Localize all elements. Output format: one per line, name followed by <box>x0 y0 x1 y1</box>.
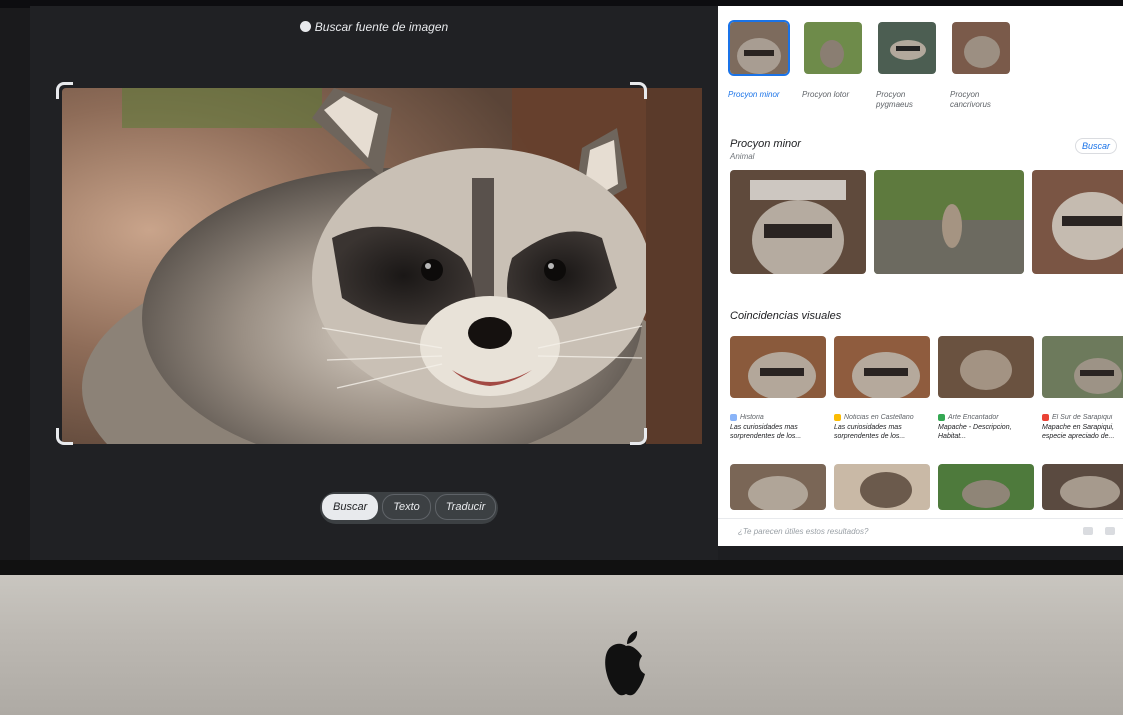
visual-match-image <box>834 336 930 398</box>
visual-match-card[interactable]: Arte Encantador Mapache - Descripcion, H… <box>938 336 1034 441</box>
chip-label: Procyon pygmaeus <box>876 90 913 109</box>
chip-thumbnail <box>950 20 1012 76</box>
visual-match-card[interactable]: Historia Las curiosidades mas sorprenden… <box>730 336 826 441</box>
chip-thumbnail <box>802 20 864 76</box>
thumbs-down-icon[interactable] <box>1105 527 1115 535</box>
chip-procyon-lotor[interactable]: Procyon lotor <box>802 20 866 110</box>
chip-label: Procyon lotor <box>802 90 850 99</box>
visual-match-source: Noticias en Castellano <box>834 414 930 421</box>
visual-matches-grid: Historia Las curiosidades mas sorprenden… <box>730 336 1123 441</box>
visual-match-image[interactable] <box>730 464 826 510</box>
chip-label: Procyon cancrivorus <box>950 90 991 109</box>
crop-handle-top-left[interactable] <box>56 82 73 99</box>
visual-match-image <box>938 336 1034 398</box>
visual-match-source: Arte Encantador <box>938 414 1034 421</box>
feedback-bar: ¿Te parecen útiles estos resultados? <box>718 518 1123 546</box>
chip-thumbnail <box>728 20 790 76</box>
visual-match-image <box>1042 336 1123 398</box>
apple-logo-icon <box>605 631 645 696</box>
raccoon-photo <box>62 88 646 444</box>
lens-icon <box>299 21 311 32</box>
visual-match-source-label: El Sur de Sarapiqui <box>1052 414 1113 421</box>
thumbs-up-icon[interactable] <box>1083 527 1093 535</box>
entity-subtitle: Animal <box>730 152 755 161</box>
mode-text-button[interactable]: Texto <box>382 494 431 520</box>
chip-thumbnail <box>876 20 938 76</box>
species-chips: Procyon minor Procyon lotor Procyon pygm… <box>728 20 1014 110</box>
mode-search-button[interactable]: Buscar <box>322 494 379 520</box>
raccoon-image <box>62 88 646 444</box>
find-image-source-link[interactable]: Buscar fuente de imagen <box>30 20 718 34</box>
visual-match-title: Las curiosidades mas sorprendentes de lo… <box>834 424 906 440</box>
mode-translate-button[interactable]: Traducir <box>434 494 497 520</box>
lens-image-panel: Buscar fuente de imagen Buscar Texto Tra… <box>30 6 718 571</box>
entity-title: Procyon minor <box>730 138 801 150</box>
results-panel: Procyon minor Procyon lotor Procyon pygm… <box>718 6 1123 546</box>
visual-match-title: Las curiosidades mas sorprendentes de lo… <box>730 424 802 440</box>
chip-label: Procyon minor <box>728 90 780 99</box>
site-favicon-icon <box>730 414 737 421</box>
image-background-strip <box>646 88 702 444</box>
entity-search-button[interactable]: Buscar <box>1074 138 1117 154</box>
crop-area[interactable] <box>56 82 706 448</box>
visual-match-source: El Sur de Sarapiqui <box>1042 414 1123 421</box>
visual-match-card[interactable]: El Sur de Sarapiqui Mapache en Sarapiqui… <box>1042 336 1123 441</box>
visual-match-image <box>730 336 826 398</box>
feedback-question: ¿Te parecen útiles estos resultados? <box>738 527 869 536</box>
visual-match-title: Mapache en Sarapiqui, especie apreciado … <box>1042 424 1115 440</box>
site-favicon-icon <box>1042 414 1049 421</box>
entity-search-label: Buscar <box>1081 141 1110 151</box>
chip-procyon-minor[interactable]: Procyon minor <box>728 20 792 110</box>
visual-matches-title: Coincidencias visuales <box>730 310 842 322</box>
more-visual-matches <box>730 464 1123 510</box>
chip-procyon-pygmaeus[interactable]: Procyon pygmaeus <box>876 20 940 110</box>
crop-handle-top-right[interactable] <box>630 82 647 99</box>
chip-procyon-cancrivorus[interactable]: Procyon cancrivorus <box>950 20 1014 110</box>
visual-match-image[interactable] <box>1042 464 1123 510</box>
visual-match-image[interactable] <box>834 464 930 510</box>
entity-image[interactable] <box>730 170 866 274</box>
entity-image[interactable] <box>874 170 1024 274</box>
lens-mode-selector: Buscar Texto Traducir <box>320 492 499 524</box>
visual-match-card[interactable]: Noticias en Castellano Las curiosidades … <box>834 336 930 441</box>
visual-match-title: Mapache - Descripcion, Habitat... <box>938 424 1012 440</box>
visual-match-source-label: Arte Encantador <box>948 414 999 421</box>
visual-match-source: Historia <box>730 414 826 421</box>
visual-match-image[interactable] <box>938 464 1034 510</box>
site-favicon-icon <box>834 414 841 421</box>
monitor-chin <box>0 575 1123 715</box>
visual-match-source-label: Historia <box>740 414 764 421</box>
visual-match-source-label: Noticias en Castellano <box>844 414 914 421</box>
entity-images <box>730 170 1123 274</box>
site-favicon-icon <box>938 414 945 421</box>
find-image-source-label: Buscar fuente de imagen <box>314 20 449 34</box>
crop-handle-bottom-left[interactable] <box>56 428 73 445</box>
crop-handle-bottom-right[interactable] <box>630 428 647 445</box>
entity-image[interactable] <box>1032 170 1123 274</box>
monitor-screen: Buscar fuente de imagen Buscar Texto Tra… <box>30 6 1123 571</box>
